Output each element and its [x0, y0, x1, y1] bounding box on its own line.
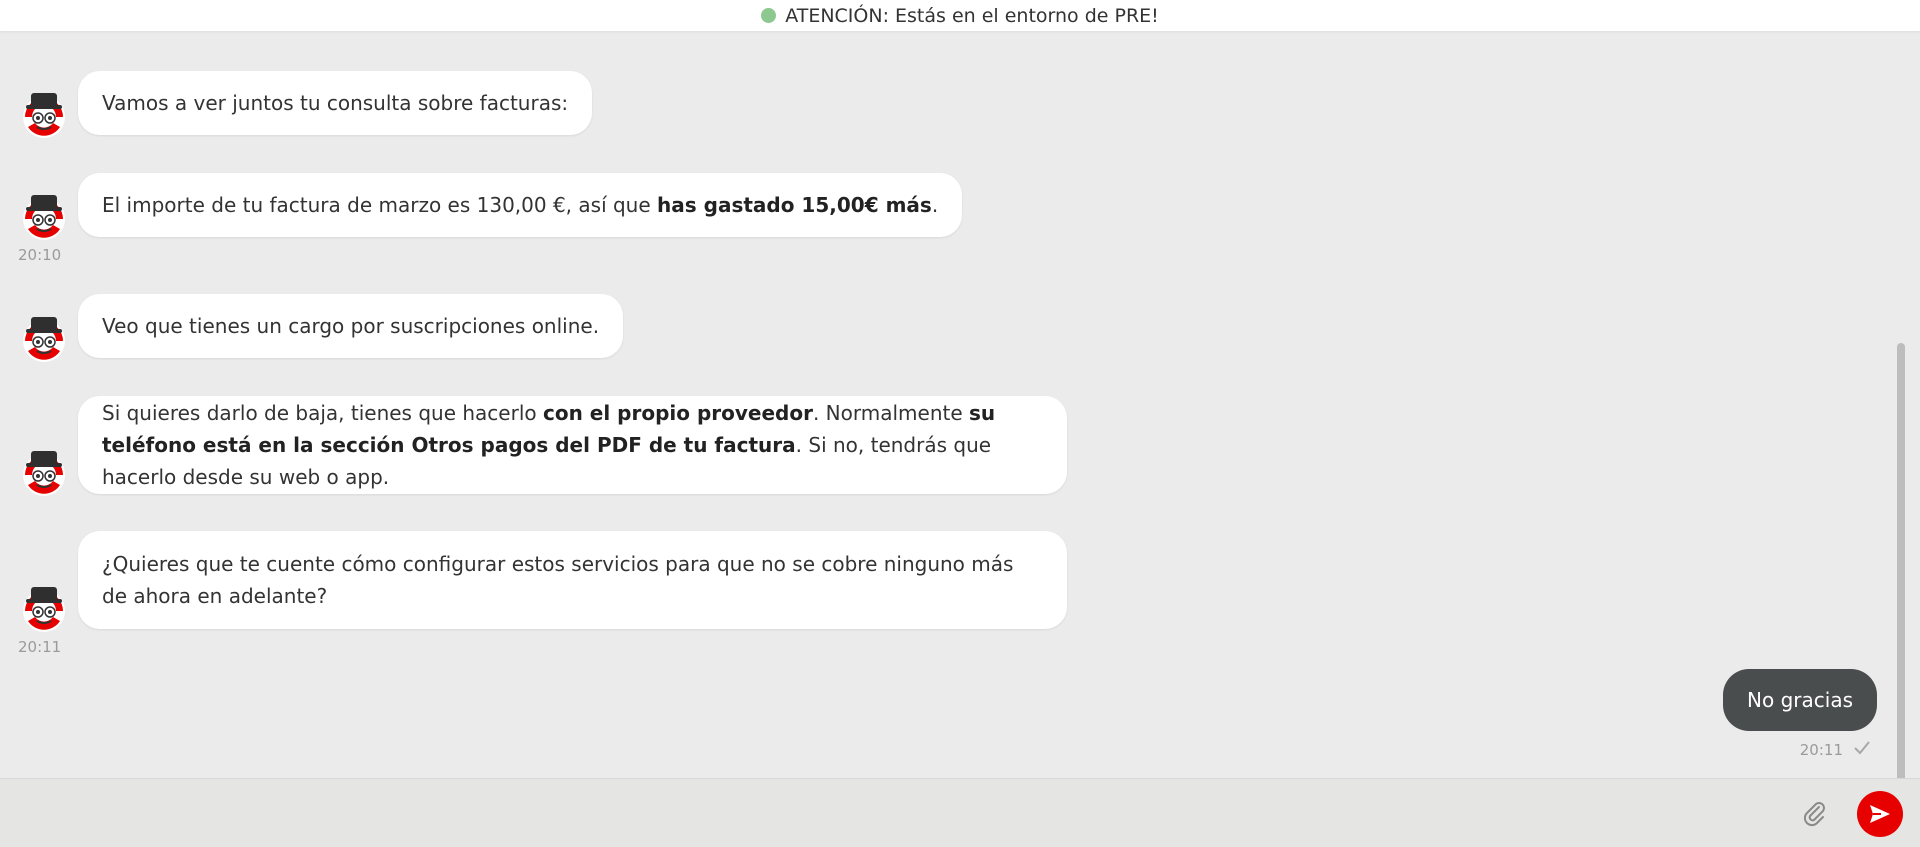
bot-avatar-icon — [23, 587, 65, 632]
message-time: 20:11 — [1799, 741, 1843, 759]
message-time: 20:11 — [18, 638, 62, 656]
paperclip-icon[interactable] — [1800, 799, 1828, 827]
text-segment: ¿Quieres que te cuente cómo configurar e… — [102, 552, 1014, 608]
message-time: 20:10 — [18, 246, 62, 264]
message-text: Vamos a ver juntos tu consulta sobre fac… — [102, 87, 568, 119]
bot-avatar-icon — [23, 451, 65, 496]
message-bubble: El importe de tu factura de marzo es 130… — [78, 173, 963, 237]
text-segment: . — [931, 193, 939, 217]
message-text: El importe de tu factura de marzo es 130… — [102, 189, 938, 221]
message-bubble: Veo que tienes un cargo por suscripcione… — [78, 294, 624, 358]
text-segment: Veo que tienes un cargo por suscripcione… — [102, 314, 600, 338]
text-segment: . Normalmente — [812, 401, 969, 425]
send-button[interactable] — [1857, 791, 1903, 837]
status-dot — [761, 8, 777, 23]
bold-text-segment: con el propio proveedor — [542, 401, 813, 425]
text-segment: Vamos a ver juntos tu consulta sobre fac… — [102, 91, 569, 115]
bold-text-segment: has gastado 15,00€ más — [657, 193, 932, 217]
bot-avatar-icon — [23, 317, 65, 362]
banner-text: ATENCIÓN: Estás en el entorno de PRE! — [785, 4, 1159, 27]
user-message-bubble: No gracias — [1723, 669, 1877, 731]
checkmark-icon — [1854, 741, 1870, 755]
message-composer[interactable] — [0, 778, 1920, 847]
message-text: Si quieres darlo de baja, tienes que hac… — [102, 397, 1043, 493]
text-segment: Si quieres darlo de baja, tienes que hac… — [102, 401, 543, 425]
bot-avatar-icon — [23, 93, 65, 138]
scrollbar[interactable] — [1897, 343, 1905, 778]
message-bubble: ¿Quieres que te cuente cómo configurar e… — [78, 531, 1067, 629]
send-icon — [1870, 805, 1890, 823]
chat-area[interactable]: Vamos a ver juntos tu consulta sobre fac… — [0, 31, 1907, 778]
bot-avatar-icon — [23, 195, 65, 240]
environment-banner: ATENCIÓN: Estás en el entorno de PRE! — [0, 0, 1920, 31]
message-text: Veo que tienes un cargo por suscripcione… — [102, 310, 599, 342]
message-bubble: Si quieres darlo de baja, tienes que hac… — [78, 396, 1067, 494]
text-segment: El importe de tu factura de marzo es 130… — [102, 193, 658, 217]
message-text: ¿Quieres que te cuente cómo configurar e… — [102, 548, 1043, 612]
message-bubble: Vamos a ver juntos tu consulta sobre fac… — [78, 71, 593, 135]
